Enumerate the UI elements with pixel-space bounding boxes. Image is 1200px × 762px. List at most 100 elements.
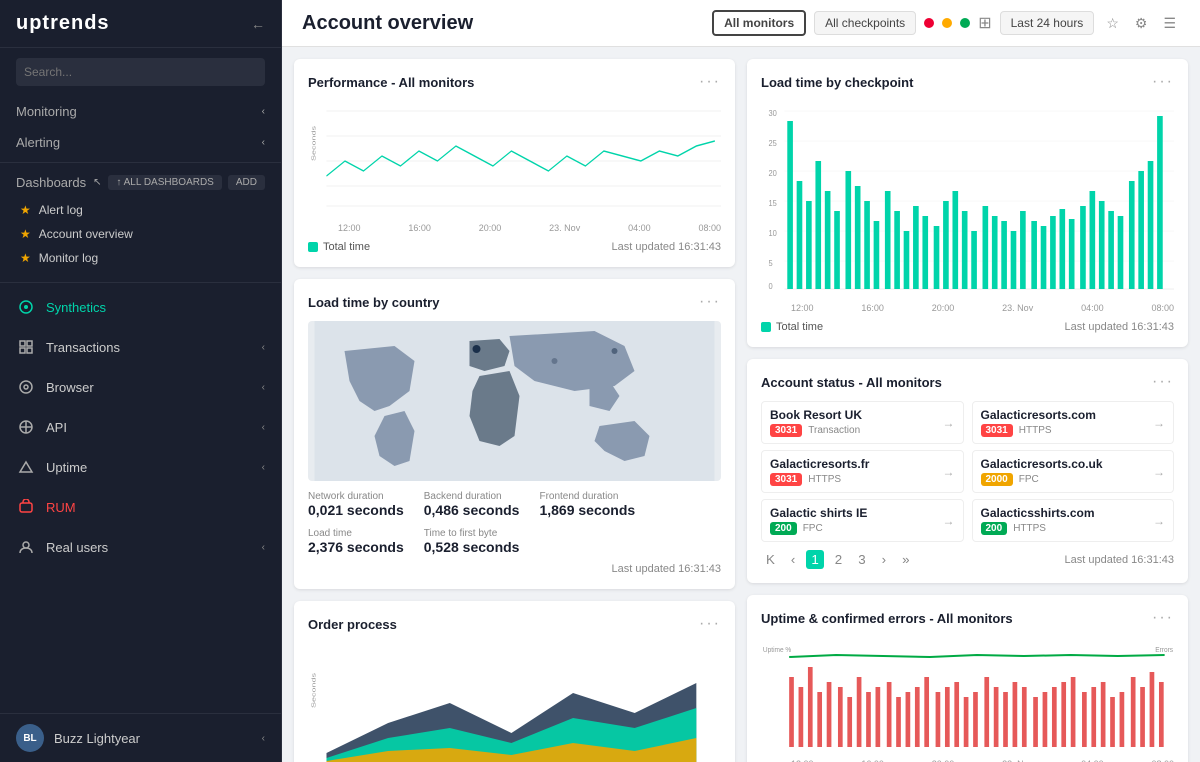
sidebar-item-browser[interactable]: Browser ‹ bbox=[0, 367, 281, 407]
api-icon bbox=[16, 417, 36, 437]
status-arrow-icon: → bbox=[1153, 465, 1165, 479]
status-arrow-icon: → bbox=[1153, 514, 1165, 528]
stat-loadtime: Load time 2,376 seconds bbox=[308, 528, 404, 555]
sidebar-item-transactions[interactable]: Transactions ‹ bbox=[0, 327, 281, 367]
status-red-dot bbox=[924, 18, 934, 28]
load-country-card: Load time by country ··· bbox=[294, 279, 735, 589]
add-dashboard-button[interactable]: ADD bbox=[228, 175, 265, 190]
real-users-arrow-icon: ‹ bbox=[262, 542, 265, 553]
sidebar-item-alerting[interactable]: Alerting ‹ bbox=[0, 127, 281, 158]
transactions-arrow-icon: ‹ bbox=[262, 342, 265, 353]
monitor-grid-icon[interactable]: ⊞ bbox=[978, 13, 991, 33]
order-process-menu-icon[interactable]: ··· bbox=[699, 615, 721, 633]
load-checkpoint-chart: 30 25 20 15 10 5 0 bbox=[761, 101, 1174, 301]
status-badge: 200 bbox=[981, 522, 1008, 535]
status-cell-galactic-shirts-ie[interactable]: Galactic shirts IE 200 FPC → bbox=[761, 499, 964, 542]
account-status-updated: Last updated 16:31:43 bbox=[1065, 554, 1174, 566]
svg-text:Uptime %: Uptime % bbox=[763, 647, 791, 654]
load-country-menu-icon[interactable]: ··· bbox=[699, 293, 721, 311]
star-icon: ★ bbox=[20, 251, 31, 265]
status-cell-galactic-fr[interactable]: Galacticresorts.fr 3031 HTTPS → bbox=[761, 450, 964, 493]
svg-text:15: 15 bbox=[769, 199, 777, 208]
svg-text:20: 20 bbox=[769, 169, 777, 178]
checkpoint-updated: Last updated 16:31:43 bbox=[1065, 321, 1174, 333]
sidebar-item-monitoring[interactable]: Monitoring ‹ bbox=[0, 96, 281, 127]
page-3-button[interactable]: 3 bbox=[853, 550, 870, 569]
checkpoint-legend: Total time bbox=[761, 321, 823, 333]
page-2-button[interactable]: 2 bbox=[830, 550, 847, 569]
logo-text: uptrends bbox=[16, 12, 110, 35]
performance-legend: Total time bbox=[308, 241, 370, 253]
uptime-arrow-icon: ‹ bbox=[262, 462, 265, 473]
performance-menu-icon[interactable]: ··· bbox=[699, 73, 721, 91]
stat-ttfb: Time to first byte 0,528 seconds bbox=[424, 528, 520, 555]
page-last-button[interactable]: » bbox=[897, 550, 914, 569]
dashboards-title[interactable]: Dashboards bbox=[16, 175, 86, 190]
performance-chart: Seconds bbox=[308, 101, 721, 221]
star-header-icon[interactable]: ☆ bbox=[1102, 11, 1123, 36]
sidebar-item-api[interactable]: API ‹ bbox=[0, 407, 281, 447]
status-badge: 200 bbox=[770, 522, 797, 535]
order-process-title: Order process bbox=[308, 617, 397, 632]
status-cell-galactic-com[interactable]: Galacticresorts.com 3031 HTTPS → bbox=[972, 401, 1175, 444]
status-arrow-icon: → bbox=[943, 416, 955, 430]
dashboards-header: Dashboards ↖ ↑ ALL DASHBOARDS ADD bbox=[16, 175, 265, 190]
last-24h-button[interactable]: Last 24 hours bbox=[1000, 11, 1095, 35]
performance-footer: Total time Last updated 16:31:43 bbox=[308, 241, 721, 253]
page-prev-button[interactable]: ‹ bbox=[786, 550, 800, 569]
status-row-3: Galactic shirts IE 200 FPC → Galacticssh… bbox=[761, 499, 1174, 542]
sidebar-item-account-overview[interactable]: ★ Account overview bbox=[16, 222, 265, 246]
sidebar: uptrends ← Monitoring ‹ Alerting ‹ Dashb… bbox=[0, 0, 282, 762]
status-cell-info: Galactic shirts IE 200 FPC bbox=[770, 506, 867, 535]
uptime-errors-menu-icon[interactable]: ··· bbox=[1152, 609, 1174, 627]
star-icon: ★ bbox=[20, 227, 31, 241]
status-arrow-icon: → bbox=[943, 514, 955, 528]
all-monitors-button[interactable]: All monitors bbox=[712, 10, 806, 36]
load-country-header: Load time by country ··· bbox=[308, 293, 721, 311]
page-1-button[interactable]: 1 bbox=[806, 550, 823, 569]
sidebar-item-alert-log[interactable]: ★ Alert log bbox=[16, 198, 265, 222]
svg-text:Seconds: Seconds bbox=[310, 673, 317, 708]
status-row-2: Galacticresorts.fr 3031 HTTPS → Galactic… bbox=[761, 450, 1174, 493]
all-checkpoints-button[interactable]: All checkpoints bbox=[814, 11, 916, 35]
legend-dot bbox=[308, 242, 318, 252]
search-input[interactable] bbox=[16, 58, 265, 86]
checkpoint-x-labels: 12:00 16:00 20:00 23. Nov 04:00 08:00 bbox=[791, 303, 1174, 313]
status-cell-galactic-couk[interactable]: Galacticresorts.co.uk 2000 FPC → bbox=[972, 450, 1175, 493]
performance-title: Performance - All monitors bbox=[308, 75, 474, 90]
status-cell-info: Galacticresorts.fr 3031 HTTPS bbox=[770, 457, 869, 486]
sidebar-item-monitor-log[interactable]: ★ Monitor log bbox=[16, 246, 265, 270]
user-arrow-icon: ‹ bbox=[262, 733, 265, 744]
user-profile[interactable]: BL Buzz Lightyear ‹ bbox=[0, 713, 281, 762]
load-checkpoint-title: Load time by checkpoint bbox=[761, 75, 913, 90]
performance-updated: Last updated 16:31:43 bbox=[612, 241, 721, 253]
load-country-stats-2: Load time 2,376 seconds Time to first by… bbox=[308, 528, 721, 555]
uptime-errors-card: Uptime & confirmed errors - All monitors… bbox=[747, 595, 1188, 762]
status-cell-galactic-shirts-com[interactable]: Galacticsshirts.com 200 HTTPS → bbox=[972, 499, 1175, 542]
sidebar-collapse-icon[interactable]: ← bbox=[251, 16, 265, 32]
menu-header-icon[interactable]: ☰ bbox=[1159, 11, 1180, 36]
uptime-errors-header: Uptime & confirmed errors - All monitors… bbox=[761, 609, 1174, 627]
settings-header-icon[interactable]: ⚙ bbox=[1131, 11, 1152, 36]
account-status-menu-icon[interactable]: ··· bbox=[1152, 373, 1174, 391]
sidebar-item-rum[interactable]: RUM bbox=[0, 487, 281, 527]
sidebar-item-real-users[interactable]: Real users ‹ bbox=[0, 527, 281, 567]
stat-network: Network duration 0,021 seconds bbox=[308, 491, 404, 518]
svg-text:0: 0 bbox=[769, 282, 773, 291]
load-country-stats: Network duration 0,021 seconds Backend d… bbox=[308, 491, 721, 518]
page-title: Account overview bbox=[302, 12, 473, 35]
page-first-button[interactable]: K bbox=[761, 550, 780, 569]
status-cell-book-resort[interactable]: Book Resort UK 3031 Transaction → bbox=[761, 401, 964, 444]
dashboards-controls: ↑ ALL DASHBOARDS ADD bbox=[108, 175, 265, 190]
monitoring-arrow-icon: ‹ bbox=[262, 106, 265, 117]
svg-text:25: 25 bbox=[769, 139, 777, 148]
transactions-icon bbox=[16, 337, 36, 357]
page-next-button[interactable]: › bbox=[877, 550, 891, 569]
all-dashboards-button[interactable]: ↑ ALL DASHBOARDS bbox=[108, 175, 221, 190]
sidebar-item-uptime[interactable]: Uptime ‹ bbox=[0, 447, 281, 487]
user-name: Buzz Lightyear bbox=[54, 731, 140, 746]
star-icon: ★ bbox=[20, 203, 31, 217]
status-cell-info: Galacticresorts.co.uk 2000 FPC bbox=[981, 457, 1103, 486]
load-checkpoint-menu-icon[interactable]: ··· bbox=[1152, 73, 1174, 91]
sidebar-item-synthetics[interactable]: Synthetics bbox=[0, 287, 281, 327]
